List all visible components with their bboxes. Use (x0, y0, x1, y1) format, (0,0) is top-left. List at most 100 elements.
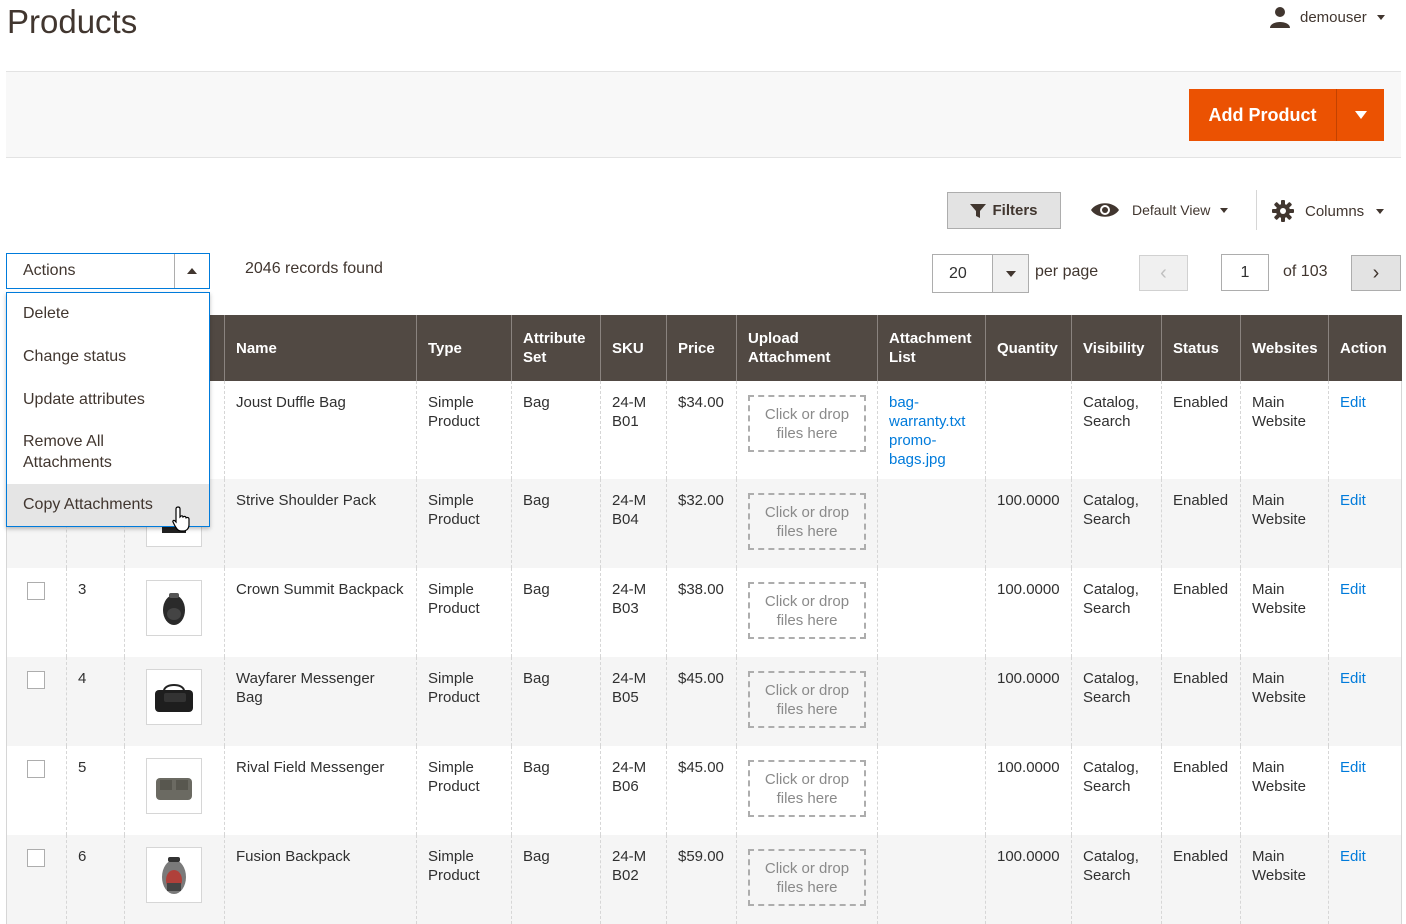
visibility-cell: Catalog, Search (1071, 381, 1162, 479)
table-row[interactable]: 4 Wayfarer Messenger Bag Simple Product Bag… (6, 657, 1402, 746)
actions-select[interactable]: Actions (6, 253, 210, 289)
columns-button[interactable]: Columns (1272, 198, 1385, 224)
table-row[interactable]: 1Joust Duffle BagSimple ProductBag24-MB0… (6, 381, 1402, 479)
product-thumbnail[interactable] (146, 580, 202, 636)
col-header-type[interactable]: Type (416, 315, 512, 381)
edit-link[interactable]: Edit (1340, 848, 1366, 865)
action-delete[interactable]: Delete (7, 303, 209, 324)
upload-dropzone[interactable]: Click or drop files here (748, 760, 866, 817)
page-title: Products (7, 3, 138, 40)
status-cell: Enabled (1161, 568, 1241, 657)
row-checkbox[interactable] (27, 582, 45, 600)
page-number-input[interactable] (1221, 254, 1269, 291)
status-cell: Enabled (1161, 835, 1241, 924)
actions-label: Actions (23, 262, 76, 279)
product-thumbnail[interactable] (146, 847, 202, 903)
upload-dropzone[interactable]: Click or drop files here (748, 849, 866, 906)
action-change-status[interactable]: Change status (7, 346, 209, 367)
select-cell (6, 835, 67, 924)
add-product-type-toggle[interactable] (1337, 89, 1384, 141)
actions-toggle[interactable] (174, 254, 209, 288)
sku-cell: 24-MB05 (600, 657, 667, 746)
col-header-websites[interactable]: Websites (1240, 315, 1329, 381)
col-header-attribute-set[interactable]: Attribute Set (511, 315, 601, 381)
websites-cell: Main Website (1240, 568, 1329, 657)
quantity-cell: 100.0000 (985, 657, 1072, 746)
edit-link[interactable]: Edit (1340, 759, 1366, 776)
per-page-select[interactable]: 20 (932, 254, 1029, 293)
col-header-name[interactable]: Name (224, 315, 417, 381)
thumbnail-cell (124, 835, 225, 924)
view-switcher[interactable]: Default View (1090, 196, 1229, 224)
table-row[interactable]: 6 Fusion Backpack Simple Product Bag 24-MB02… (6, 835, 1402, 924)
table-row[interactable]: 3 Crown Summit Backpack Simple Product Bag 2… (6, 568, 1402, 657)
sku-cell: 24-MB04 (600, 479, 667, 568)
add-product-button[interactable]: Add Product (1189, 89, 1337, 141)
price-cell: $45.00 (666, 746, 737, 835)
quantity-cell: 100.0000 (985, 568, 1072, 657)
edit-link[interactable]: Edit (1340, 492, 1366, 509)
user-menu[interactable]: demouser (1268, 4, 1385, 30)
table-row[interactable]: 2Strive Shoulder PackSimple ProductBag24… (6, 479, 1402, 568)
edit-link[interactable]: Edit (1340, 670, 1366, 687)
caret-up-icon (187, 268, 197, 274)
type-cell: Simple Product (416, 381, 512, 479)
type-cell: Simple Product (416, 657, 512, 746)
thumbnail-cell (124, 746, 225, 835)
product-thumbnail-icon (155, 684, 193, 712)
attachment-link[interactable]: promo-bags.jpg (889, 431, 974, 469)
col-header-quantity[interactable]: Quantity (985, 315, 1072, 381)
records-found: 2046 records found (245, 260, 383, 277)
action-cell: Edit (1328, 568, 1402, 657)
attachment-link[interactable]: bag-warranty.txt (889, 393, 974, 431)
action-cell: Edit (1328, 479, 1402, 568)
id-cell: 3 (66, 568, 125, 657)
col-header-price[interactable]: Price (666, 315, 737, 381)
columns-label: Columns (1305, 202, 1365, 220)
upload-dropzone[interactable]: Click or drop files here (748, 493, 866, 550)
visibility-cell: Catalog, Search (1071, 479, 1162, 568)
upload-dropzone[interactable]: Click or drop files here (748, 582, 866, 639)
edit-link[interactable]: Edit (1340, 394, 1366, 411)
upload-cell: Click or drop files here (736, 657, 878, 746)
gear-icon (1272, 200, 1294, 222)
action-update-attributes[interactable]: Update attributes (7, 389, 209, 410)
status-cell: Enabled (1161, 746, 1241, 835)
user-name: demouser (1300, 8, 1367, 26)
websites-cell: Main Website (1240, 835, 1329, 924)
filter-icon (970, 203, 987, 218)
hand-cursor-icon (172, 506, 190, 532)
row-checkbox[interactable] (27, 671, 45, 689)
select-cell (6, 657, 67, 746)
per-page-label: per page (1035, 263, 1099, 280)
product-thumbnail[interactable] (146, 669, 202, 725)
col-header-upload-attachment: Upload Attachment (736, 315, 878, 381)
row-checkbox[interactable] (27, 849, 45, 867)
attachment-list-cell (877, 657, 986, 746)
eye-icon (1091, 203, 1119, 217)
upload-cell: Click or drop files here (736, 568, 878, 657)
name-cell: Joust Duffle Bag (224, 381, 417, 479)
table-row[interactable]: 5 Rival Field Messenger Simple Product Bag 2… (6, 746, 1402, 835)
action-remove-all-attachments[interactable]: Remove All Attachments (7, 431, 209, 473)
prev-page-button[interactable]: ‹ (1139, 255, 1188, 291)
toolbar-divider (1256, 190, 1257, 230)
websites-cell: Main Website (1240, 746, 1329, 835)
upload-dropzone[interactable]: Click or drop files here (748, 671, 866, 728)
row-checkbox[interactable] (27, 760, 45, 778)
next-page-button[interactable]: › (1351, 255, 1401, 291)
upload-dropzone[interactable]: Click or drop files here (748, 395, 866, 452)
col-header-sku[interactable]: SKU (600, 315, 667, 381)
quantity-cell (985, 381, 1072, 479)
action-cell: Edit (1328, 657, 1402, 746)
col-header-visibility[interactable]: Visibility (1071, 315, 1162, 381)
websites-cell: Main Website (1240, 381, 1329, 479)
filters-button[interactable]: Filters (947, 192, 1061, 229)
edit-link[interactable]: Edit (1340, 581, 1366, 598)
product-thumbnail[interactable] (146, 758, 202, 814)
col-header-attachment-list: Attachment List (877, 315, 986, 381)
product-thumbnail-icon (162, 857, 186, 894)
per-page-toggle[interactable] (992, 255, 1028, 292)
websites-cell: Main Website (1240, 657, 1329, 746)
col-header-status[interactable]: Status (1161, 315, 1241, 381)
